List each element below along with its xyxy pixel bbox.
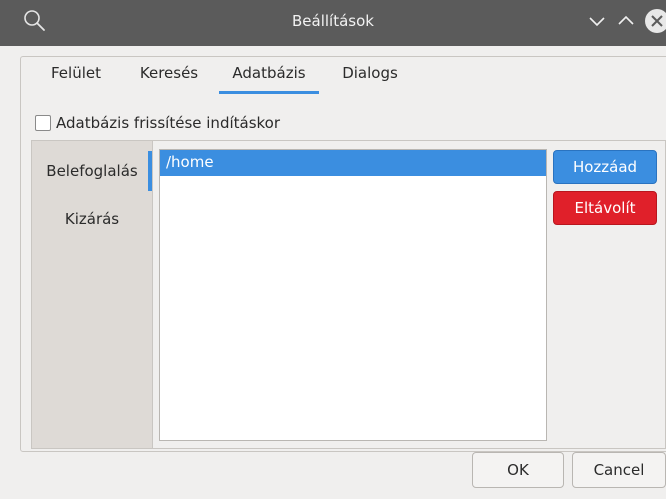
update-on-start-checkbox[interactable] [35,115,51,131]
include-exclude-panel: Belefoglalás Kizárás /home Hozzáad Eltáv… [31,140,666,449]
ok-button[interactable]: OK [472,452,564,488]
side-tab-include[interactable]: Belefoglalás [32,156,152,186]
cancel-button[interactable]: Cancel [572,452,666,488]
update-on-start-label: Adatbázis frissítése indításkor [56,114,281,132]
tab-database[interactable]: Adatbázis [219,57,319,95]
close-icon[interactable] [645,9,666,33]
list-item[interactable]: /home [160,150,546,176]
side-tab-active-indicator [148,151,152,191]
tab-dialogs[interactable]: Dialogs [337,57,403,95]
settings-dialog: Felület Keresés Adatbázis Dialogs Adatbá… [0,46,666,499]
tab-frame: Felület Keresés Adatbázis Dialogs Adatbá… [20,56,666,452]
add-button[interactable]: Hozzáad [553,150,657,184]
maximize-icon[interactable] [613,8,639,34]
title-bar: Beállítások [0,0,666,46]
tab-search[interactable]: Keresés [134,57,204,95]
window-title: Beállítások [292,12,374,30]
path-list[interactable]: /home [159,149,547,441]
tab-interface[interactable]: Felület [45,57,107,95]
minimize-icon[interactable] [584,8,610,34]
include-content: /home Hozzáad Eltávolít [153,141,665,448]
side-tab-bar: Belefoglalás Kizárás [32,141,153,448]
side-tab-exclude[interactable]: Kizárás [32,204,152,234]
remove-button[interactable]: Eltávolít [553,191,657,225]
